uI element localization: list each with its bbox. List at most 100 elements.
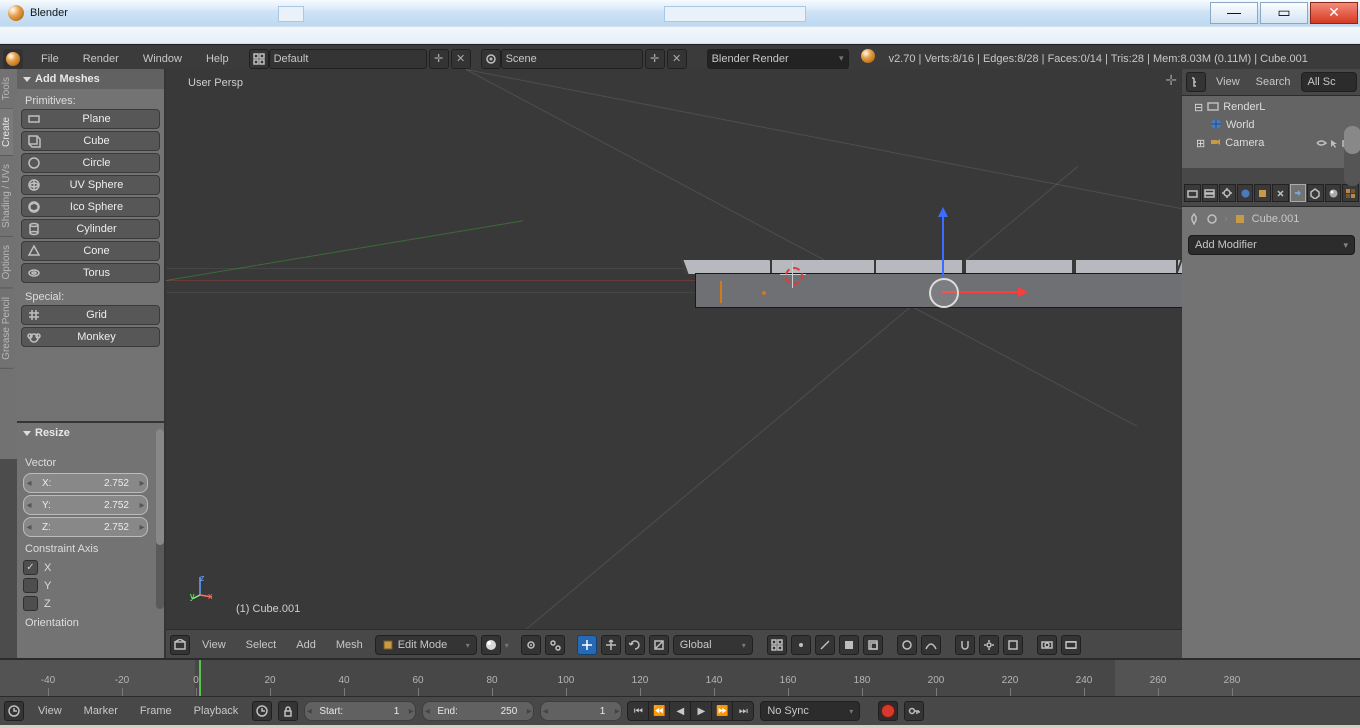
manipulator-translate[interactable] [601, 635, 621, 655]
layers-button-1[interactable] [767, 635, 787, 655]
outliner-hscroll[interactable] [1182, 168, 1360, 180]
operator-header[interactable]: Resize [17, 423, 164, 443]
add-modifier-dropdown[interactable]: Add Modifier ▾ [1188, 235, 1355, 255]
outliner-item-world[interactable]: World [1226, 119, 1255, 131]
vector-y-field[interactable]: ◂Y:2.752▸ [23, 495, 148, 515]
screen-browse-icon[interactable] [249, 49, 269, 69]
manipulator-toggle[interactable] [577, 635, 597, 655]
menu-add[interactable]: Add [288, 639, 324, 651]
prop-tab-data[interactable] [1307, 184, 1324, 202]
timeline-ruler[interactable]: -40-200204060801001201401601802002202402… [0, 660, 1360, 697]
prop-tab-scene[interactable] [1219, 184, 1236, 202]
add-cone-button[interactable]: Cone [21, 241, 160, 261]
opengl-render-still[interactable] [1037, 635, 1057, 655]
sel-mode-vertex[interactable] [791, 635, 811, 655]
timeline-menu-playback[interactable]: Playback [186, 705, 247, 717]
region-toggle-icon[interactable]: ✛ [1165, 72, 1177, 89]
viewport-shading-dropdown[interactable] [481, 635, 501, 655]
jump-start-button[interactable]: ⏮ [627, 701, 649, 721]
menu-help[interactable]: Help [194, 53, 241, 65]
add-cylinder-button[interactable]: Cylinder [21, 219, 160, 239]
menu-window[interactable]: Window [131, 53, 194, 65]
opengl-render-anim[interactable] [1061, 635, 1081, 655]
manipulator-scale[interactable] [649, 635, 669, 655]
add-monkey-button[interactable]: Monkey [21, 327, 160, 347]
prop-tab-object[interactable] [1254, 184, 1271, 202]
scene-browse-icon[interactable] [481, 49, 501, 69]
prop-tab-world[interactable] [1237, 184, 1254, 202]
interaction-mode-dropdown[interactable]: Edit Mode ▾ [375, 635, 477, 655]
tab-options[interactable]: Options [0, 237, 13, 288]
axis-y-checkbox[interactable]: Y [17, 575, 164, 593]
axis-x-checkbox[interactable]: ✓X [17, 557, 164, 575]
vector-z-field[interactable]: ◂Z:2.752▸ [23, 517, 148, 537]
pivot-individual-button[interactable] [545, 635, 565, 655]
scene-add-button[interactable]: ✛ [645, 49, 665, 69]
menu-select[interactable]: Select [238, 639, 285, 651]
editor-type-icon[interactable] [3, 49, 23, 69]
outliner-display-mode[interactable]: All Sc [1301, 72, 1357, 92]
timeline-menu-view[interactable]: View [30, 705, 70, 717]
av-sync-dropdown[interactable]: No Sync ▾ [760, 701, 860, 721]
end-frame-field[interactable]: ◂ End: 250 ▸ [422, 701, 534, 721]
auto-keyframe-button[interactable] [878, 701, 898, 721]
gizmo-z-axis[interactable] [942, 211, 944, 277]
snap-element-dropdown[interactable] [979, 635, 999, 655]
manipulator-rotate[interactable] [625, 635, 645, 655]
start-frame-field[interactable]: ◂ Start: 1 ▸ [304, 701, 416, 721]
operator-scrollbar[interactable] [156, 429, 164, 609]
snap-toggle[interactable] [955, 635, 975, 655]
scene-dropdown[interactable]: Scene [501, 49, 643, 69]
current-frame-field[interactable]: ◂ 1 ▸ [540, 701, 622, 721]
expand-icon[interactable]: ⊟ [1194, 101, 1203, 114]
window-minimize-button[interactable]: — [1210, 2, 1258, 24]
keyframe-prev-button[interactable]: ⏪ [648, 701, 670, 721]
add-icosphere-button[interactable]: Ico Sphere [21, 197, 160, 217]
menu-view[interactable]: View [194, 639, 234, 651]
tab-create[interactable]: Create [0, 109, 13, 156]
use-preview-range[interactable] [252, 701, 272, 721]
menu-file[interactable]: File [29, 53, 71, 65]
timeline-menu-marker[interactable]: Marker [76, 705, 126, 717]
pivot-point-dropdown[interactable] [521, 635, 541, 655]
screen-layout-dropdown[interactable]: Default [269, 49, 427, 69]
editor-type-icon[interactable] [1186, 72, 1206, 92]
screen-add-button[interactable]: ✛ [429, 49, 449, 69]
snap-target-dropdown[interactable] [1003, 635, 1023, 655]
prop-tab-modifier[interactable] [1290, 184, 1307, 202]
vector-x-field[interactable]: ◂X:2.752▸ [23, 473, 148, 493]
play-reverse-button[interactable]: ◀ [669, 701, 691, 721]
tab-grease-pencil[interactable]: Grease Pencil [0, 289, 13, 369]
play-button[interactable]: ▶ [690, 701, 712, 721]
sel-mode-face[interactable] [839, 635, 859, 655]
window-close-button[interactable]: ✕ [1310, 2, 1358, 24]
add-circle-button[interactable]: Circle [21, 153, 160, 173]
prop-tab-material[interactable] [1325, 184, 1342, 202]
outliner-item-renderlayers[interactable]: RenderL [1223, 101, 1265, 113]
timeline-playhead[interactable] [199, 660, 201, 696]
proportional-editing-dropdown[interactable] [897, 635, 917, 655]
add-plane-button[interactable]: Plane [21, 109, 160, 129]
keying-set-dropdown[interactable] [904, 701, 924, 721]
scene-remove-button[interactable]: ✕ [667, 49, 687, 69]
lock-range-button[interactable] [278, 701, 298, 721]
jump-end-button[interactable]: ⏭ [732, 701, 754, 721]
menu-render[interactable]: Render [71, 53, 131, 65]
outliner-search-menu[interactable]: Search [1250, 76, 1297, 88]
editor-type-icon[interactable] [170, 635, 190, 655]
menu-mesh[interactable]: Mesh [328, 639, 371, 651]
editor-type-icon[interactable] [4, 701, 24, 721]
tab-tools[interactable]: Tools [0, 69, 13, 109]
panel-add-meshes-header[interactable]: Add Meshes [17, 69, 164, 89]
tab-shading-uvs[interactable]: Shading / UVs [0, 156, 13, 237]
add-grid-button[interactable]: Grid [21, 305, 160, 325]
outliner-view-menu[interactable]: View [1210, 76, 1246, 88]
outliner-item-camera[interactable]: Camera [1225, 137, 1264, 149]
keyframe-next-button[interactable]: ⏩ [711, 701, 733, 721]
transform-orientation-dropdown[interactable]: Global ▾ [673, 635, 753, 655]
pin-icon[interactable] [1188, 213, 1200, 225]
axis-z-checkbox[interactable]: Z [17, 593, 164, 611]
prop-tab-renderlayer[interactable] [1202, 184, 1219, 202]
outliner-body[interactable]: ⊟ RenderL World ⊞ Camera [1182, 96, 1360, 168]
window-maximize-button[interactable]: ▭ [1260, 2, 1308, 24]
